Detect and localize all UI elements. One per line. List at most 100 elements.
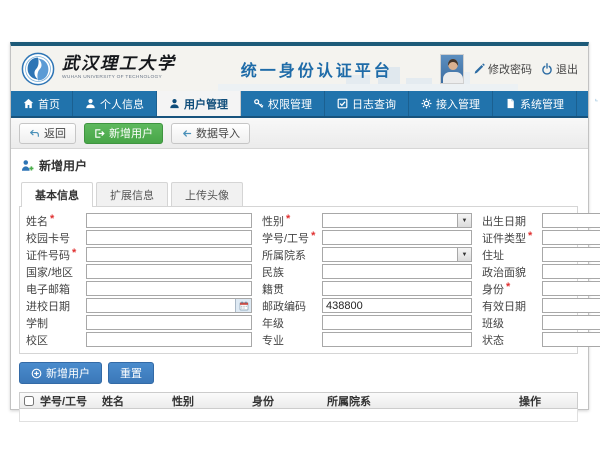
text-input[interactable] — [542, 247, 600, 262]
field-label: 进校日期 — [26, 298, 86, 314]
field-label: 姓名 * — [26, 213, 86, 229]
text-input[interactable] — [86, 213, 252, 228]
form-field: 国家/地区 — [26, 264, 252, 279]
form-grid: 姓名 * 性别 * — [26, 213, 571, 347]
nav-item[interactable]: 订阅管理 — [577, 91, 600, 116]
select-input[interactable]: ▼ — [322, 213, 472, 228]
gear-icon — [421, 98, 432, 109]
form-field: 民族 — [262, 264, 472, 279]
date-text-input[interactable] — [87, 299, 235, 312]
log-icon — [337, 98, 348, 109]
nav-item[interactable]: 用户管理 — [157, 91, 241, 116]
field-label-text: 姓名 — [26, 213, 48, 229]
table-header-columns: 学号/工号 姓名 性别 身份 所属院系 操作 — [38, 393, 577, 409]
form-field: 校园卡号 — [26, 230, 252, 245]
field-label-text: 出生日期 — [482, 213, 526, 229]
text-input[interactable] — [322, 281, 472, 296]
tab-label: 扩展信息 — [110, 190, 154, 202]
text-input[interactable] — [86, 281, 252, 296]
field-label: 校区 — [26, 332, 86, 348]
submit-add-user-button[interactable]: 新增用户 — [19, 362, 102, 384]
calendar-icon — [239, 301, 249, 311]
field-label: 国家/地区 — [26, 264, 86, 280]
nav-item[interactable]: 首页 — [11, 91, 73, 116]
field-label-text: 所属院系 — [262, 247, 306, 263]
form-field: 有效日期 — [482, 298, 600, 313]
required-star: * — [528, 230, 532, 246]
nav-item-label: 日志查询 — [352, 96, 396, 112]
date-text-input[interactable] — [543, 214, 600, 227]
back-button[interactable]: 返回 — [19, 123, 76, 144]
key-icon — [253, 98, 264, 109]
text-input[interactable] — [542, 281, 600, 296]
change-password-link[interactable]: 修改密码 — [473, 61, 532, 77]
text-input[interactable] — [542, 315, 600, 330]
table-header-cell: 身份 — [250, 393, 325, 409]
text-input[interactable] — [322, 315, 472, 330]
text-input[interactable] — [86, 332, 252, 347]
field-label: 学制 — [26, 315, 86, 331]
form-field: 状态 — [482, 332, 600, 347]
data-import-button[interactable]: 数据导入 — [171, 123, 250, 144]
text-input[interactable] — [542, 264, 600, 279]
users-table: 学号/工号 姓名 性别 身份 所属院系 操作 — [19, 392, 578, 422]
table-header-cell: 学号/工号 — [38, 393, 100, 409]
tab[interactable]: 上传头像 — [171, 182, 243, 206]
form-actions: 新增用户 重置 — [19, 362, 578, 384]
form-field: 性别 * ▼ — [262, 213, 472, 228]
field-label-text: 专业 — [262, 332, 284, 348]
text-input[interactable] — [322, 264, 472, 279]
nav-item[interactable]: 权限管理 — [241, 91, 325, 116]
text-input[interactable] — [86, 264, 252, 279]
avatar-shirt — [443, 72, 463, 84]
select-all-checkbox[interactable] — [24, 396, 34, 406]
import-icon — [181, 128, 192, 139]
add-user-toolbar-button[interactable]: 新增用户 — [84, 123, 163, 144]
text-input[interactable] — [542, 332, 600, 347]
text-input[interactable] — [322, 332, 472, 347]
tab[interactable]: 扩展信息 — [96, 182, 168, 206]
field-label-text: 籍贯 — [262, 281, 284, 297]
tab[interactable]: 基本信息 — [21, 182, 93, 206]
tab-label: 基本信息 — [35, 190, 79, 202]
date-text-input[interactable] — [543, 299, 600, 312]
field-label: 学号/工号 * — [262, 230, 322, 246]
text-input[interactable] — [86, 247, 252, 262]
nav-item[interactable]: 接入管理 — [409, 91, 493, 116]
form-field: 证件号码 * — [26, 247, 252, 262]
select-input[interactable]: ▼ — [322, 247, 472, 262]
table-header-cell: 性别 — [170, 393, 250, 409]
university-name-cn: 武汉理工大学 — [62, 55, 229, 74]
calendar-button[interactable] — [235, 299, 251, 312]
table-header-cell: 操作 — [517, 393, 577, 409]
main-nav: 首页 个人信息 用户管理 权限管理 — [11, 91, 588, 118]
text-input[interactable] — [86, 230, 252, 245]
section-title-label: 新增用户 — [39, 157, 87, 174]
nav-item[interactable]: 个人信息 — [73, 91, 157, 116]
chevron-down-icon[interactable]: ▼ — [457, 248, 471, 261]
text-input[interactable] — [322, 230, 472, 245]
table-empty-body — [19, 409, 578, 422]
nav-item-label: 系统管理 — [520, 96, 564, 112]
tab-label: 上传头像 — [185, 190, 229, 202]
text-input[interactable] — [322, 298, 472, 313]
field-label-text: 证件类型 — [482, 230, 526, 246]
field-label: 年级 — [262, 315, 322, 331]
chevron-down-icon[interactable]: ▼ — [457, 214, 471, 227]
logout-link[interactable]: 退出 — [541, 61, 578, 77]
nav-item[interactable]: 系统管理 — [493, 91, 577, 116]
field-label: 身份 * — [482, 281, 542, 297]
table-header-row: 学号/工号 姓名 性别 身份 所属院系 操作 — [19, 392, 578, 409]
nav-item[interactable]: 日志查询 — [325, 91, 409, 116]
nav-item-label: 接入管理 — [436, 96, 480, 112]
export-icon — [94, 128, 105, 139]
date-input — [86, 298, 252, 313]
field-label-text: 进校日期 — [26, 298, 70, 314]
form-field: 专业 — [262, 332, 472, 347]
required-star: * — [72, 247, 76, 263]
user-avatar[interactable] — [440, 54, 464, 84]
text-input[interactable] — [86, 315, 252, 330]
text-input[interactable] — [542, 230, 600, 245]
field-label-text: 年级 — [262, 315, 284, 331]
reset-button[interactable]: 重置 — [108, 362, 154, 384]
